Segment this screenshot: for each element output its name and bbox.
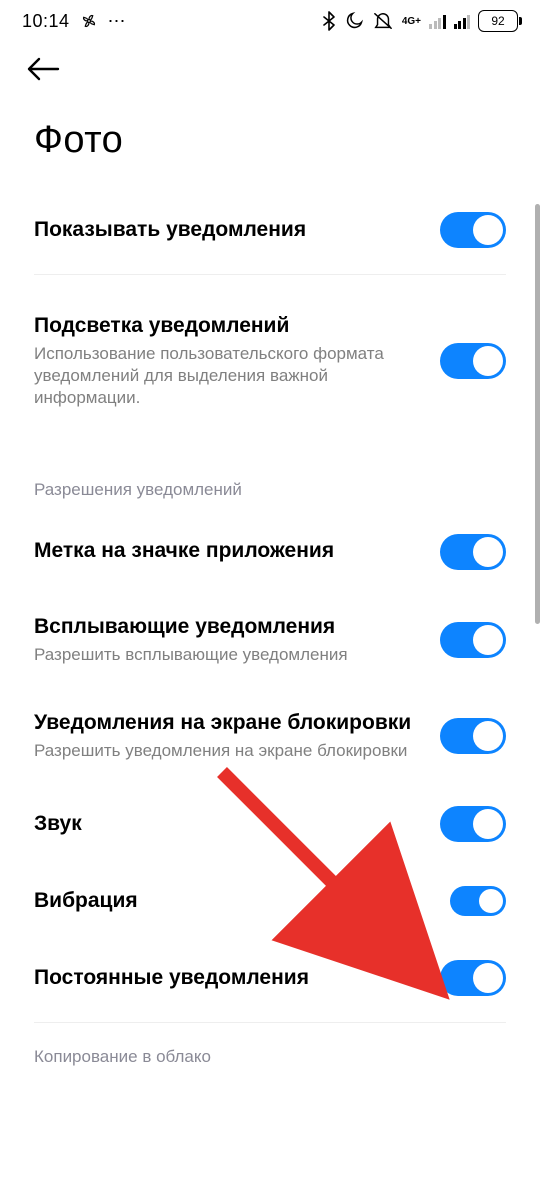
settings-screen: 10:14 ⋯ 4G+ 92 Фото	[0, 0, 540, 1200]
page-title: Фото	[0, 93, 540, 190]
section-header-cloud: Копирование в облако	[0, 1027, 540, 1079]
label-sound: Звук	[34, 811, 422, 837]
row-lockscreen[interactable]: Уведомления на экране блокировки Разреши…	[0, 688, 540, 784]
status-left: 10:14 ⋯	[22, 11, 127, 32]
toggle-popup[interactable]	[440, 622, 506, 658]
battery-icon: 92	[478, 10, 518, 32]
row-highlight-notifications[interactable]: Подсветка уведомлений Использование поль…	[0, 279, 540, 444]
toggle-lockscreen[interactable]	[440, 718, 506, 754]
signal-1-icon	[429, 13, 446, 29]
row-persistent[interactable]: Постоянные уведомления	[0, 938, 540, 1018]
row-badge[interactable]: Метка на значке приложения	[0, 512, 540, 592]
status-right: 4G+ 92	[322, 10, 518, 32]
divider	[34, 274, 506, 275]
status-bar: 10:14 ⋯ 4G+ 92	[0, 0, 540, 38]
dnd-moon-icon	[344, 11, 364, 31]
section-header-permissions: Разрешения уведомлений	[0, 444, 540, 512]
sub-highlight: Использование пользовательского формата …	[34, 343, 422, 409]
label-popup: Всплывающие уведомления	[34, 614, 422, 640]
toggle-persistent[interactable]	[440, 960, 506, 996]
battery-level: 92	[491, 14, 504, 28]
status-time: 10:14	[22, 11, 70, 32]
divider	[34, 1022, 506, 1023]
row-show-notifications[interactable]: Показывать уведомления	[0, 190, 540, 270]
toggle-badge[interactable]	[440, 534, 506, 570]
toggle-sound[interactable]	[440, 806, 506, 842]
network-type-label: 4G+	[402, 17, 421, 26]
back-button[interactable]	[0, 38, 540, 93]
toggle-highlight[interactable]	[440, 343, 506, 379]
label-badge: Метка на значке приложения	[34, 538, 422, 564]
toggle-show-notifications[interactable]	[440, 212, 506, 248]
sub-lockscreen: Разрешить уведомления на экране блокиров…	[34, 740, 422, 762]
row-sound[interactable]: Звук	[0, 784, 540, 864]
label-lockscreen: Уведомления на экране блокировки	[34, 710, 422, 736]
scroll-indicator[interactable]	[535, 204, 540, 624]
row-popup[interactable]: Всплывающие уведомления Разрешить всплыв…	[0, 592, 540, 688]
row-vibration[interactable]: Вибрация	[0, 864, 540, 938]
label-show-notifications: Показывать уведомления	[34, 217, 422, 243]
bluetooth-icon	[322, 11, 336, 31]
toggle-vibration[interactable]	[450, 886, 506, 916]
mute-icon	[372, 11, 394, 31]
label-persistent: Постоянные уведомления	[34, 965, 422, 991]
sub-popup: Разрешить всплывающие уведомления	[34, 644, 422, 666]
signal-2-icon	[454, 13, 471, 29]
fan-icon	[80, 12, 98, 30]
label-highlight: Подсветка уведомлений	[34, 313, 422, 339]
more-icon: ⋯	[108, 11, 127, 32]
label-vibration: Вибрация	[34, 888, 432, 914]
